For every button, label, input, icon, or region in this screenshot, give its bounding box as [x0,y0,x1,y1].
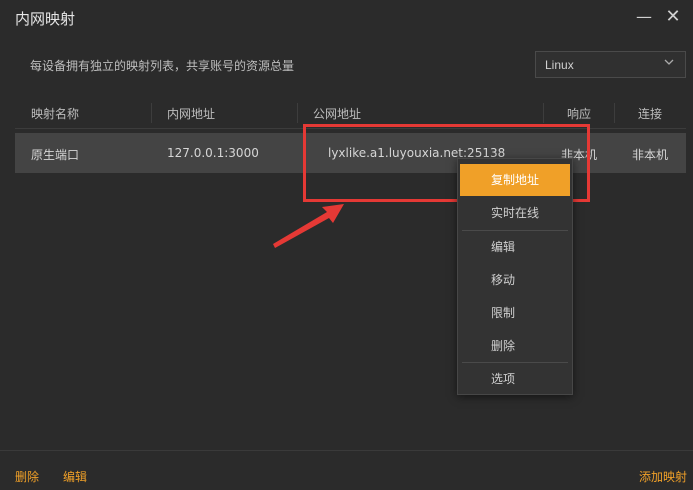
delete-link[interactable]: 删除 [15,468,39,485]
os-select-value: Linux [545,58,574,72]
window-title: 内网映射 [15,10,76,28]
menu-item-edit[interactable]: 编辑 [458,231,572,263]
title-bar: 内网映射 — ✕ [0,0,693,36]
menu-item-realtime-online[interactable]: 实时在线 [458,197,572,229]
menu-item-options[interactable]: 选项 [458,363,572,395]
column-divider [614,103,615,123]
cell-name: 原生端口 [31,148,80,162]
description-text: 每设备拥有独立的映射列表，共享账号的资源总量 [30,59,295,73]
column-header-name[interactable]: 映射名称 [31,105,79,122]
menu-item-copy-address[interactable]: 复制地址 [460,164,570,196]
menu-item-limit[interactable]: 限制 [458,297,572,329]
os-select[interactable]: Linux [535,51,686,78]
menu-item-move[interactable]: 移动 [458,264,572,296]
column-divider [151,103,152,123]
column-header-connection[interactable]: 连接 [638,105,662,122]
add-mapping-link[interactable]: 添加映射 [639,468,687,485]
column-divider [297,103,298,123]
column-divider [543,103,544,123]
context-menu: 复制地址 实时在线 编辑 移动 限制 删除 选项 [457,158,573,395]
column-header-public[interactable]: 公网地址 [313,105,361,122]
cell-internal: 127.0.0.1:3000 [167,146,259,160]
annotation-arrow [273,204,344,248]
chevron-down-icon [663,56,675,71]
cell-connection: 非本机 [632,148,669,162]
minimize-icon[interactable]: — [633,6,655,28]
edit-link[interactable]: 编辑 [63,468,87,485]
column-header-response[interactable]: 响应 [567,105,591,122]
menu-item-delete[interactable]: 删除 [458,330,572,362]
footer-divider [0,450,693,451]
close-icon[interactable]: ✕ [662,6,684,28]
column-header-internal[interactable]: 内网地址 [167,105,215,122]
